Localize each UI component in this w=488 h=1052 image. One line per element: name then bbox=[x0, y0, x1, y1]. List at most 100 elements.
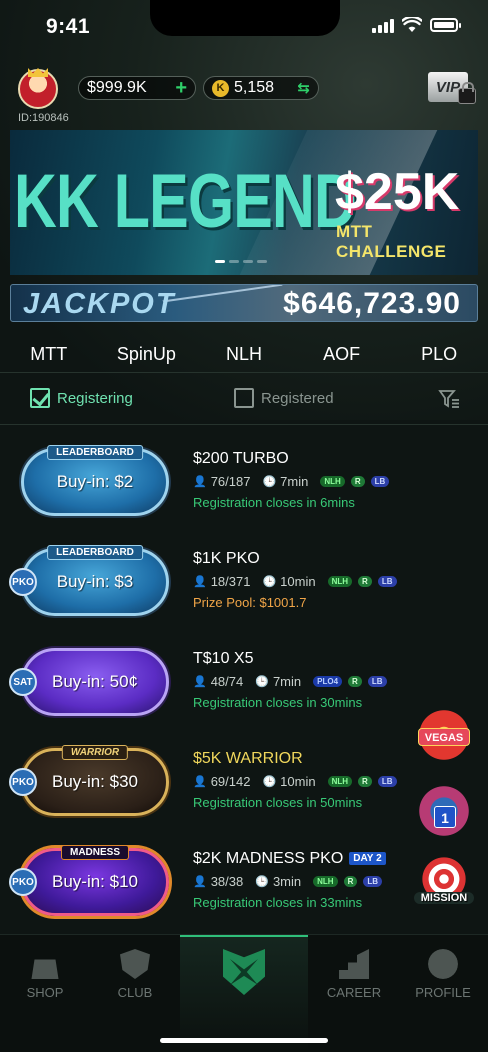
jackpot-bar[interactable]: JACKPOT $646,723.90 bbox=[10, 284, 478, 322]
nav-profile-label: PROFILE bbox=[415, 985, 471, 1000]
lock-icon bbox=[458, 82, 476, 104]
warrior-tag: WARRIOR bbox=[61, 745, 129, 760]
carousel-dots bbox=[215, 260, 267, 263]
status-time: 9:41 bbox=[46, 15, 91, 38]
banner-prize: $25K bbox=[335, 163, 460, 221]
carousel-dot[interactable] bbox=[243, 260, 253, 263]
jackpot-amount: $646,723.90 bbox=[283, 287, 461, 320]
leaderboard-tag-pill: LB bbox=[370, 476, 390, 487]
registration-status: Registration closes in 50mins bbox=[193, 795, 363, 810]
tournament-info: $2K MADNESS PKO DAY 2 👤 38/38 🕒 3min NLH … bbox=[193, 850, 413, 910]
sat-chip-icon: SAT bbox=[9, 668, 37, 696]
carousel-dot[interactable] bbox=[257, 260, 267, 263]
leaderboard-tag-pill: LB bbox=[377, 776, 397, 787]
status-icons bbox=[372, 17, 461, 33]
player-count: 48/74 bbox=[210, 674, 244, 689]
cash-balance[interactable]: $999.9K + bbox=[78, 76, 196, 100]
cash-amount: $999.9K bbox=[87, 79, 147, 96]
blind-time: 3min bbox=[272, 874, 302, 889]
tournament-title-text: $2K MADNESS PKO bbox=[193, 850, 344, 867]
carousel-dot[interactable] bbox=[215, 260, 225, 263]
blind-time: 10min bbox=[280, 774, 316, 789]
mission-badge[interactable]: MISSION bbox=[414, 852, 474, 912]
pko-chip-icon: PKO bbox=[9, 568, 37, 596]
registering-checkbox[interactable] bbox=[30, 388, 50, 408]
notch bbox=[150, 0, 340, 36]
header: ID:190846 $999.9K + K 5,158 ⇆ VIP bbox=[0, 66, 488, 126]
registering-label[interactable]: Registering bbox=[57, 390, 133, 407]
tab-divider bbox=[0, 372, 488, 373]
tournament-meta: 👤 69/142 🕒 10min NLH R LB bbox=[193, 774, 413, 789]
game-type-tabs: MTT SpinUp NLH AOF PLO bbox=[0, 334, 488, 374]
shop-bag-icon bbox=[31, 959, 59, 979]
player-count: 18/371 bbox=[210, 574, 251, 589]
registered-label[interactable]: Registered bbox=[261, 390, 334, 407]
player-count: 69/142 bbox=[210, 774, 251, 789]
player-icon: 👤 bbox=[193, 576, 207, 588]
player-count: 38/38 bbox=[210, 874, 244, 889]
leaderboard-tag: LEADERBOARD bbox=[47, 545, 143, 560]
tournament-title: $1K PKO bbox=[193, 550, 260, 567]
rebuy-tag: R bbox=[358, 576, 372, 587]
blind-time: 7min bbox=[280, 474, 309, 489]
tournament-title: $200 TURBO bbox=[193, 450, 289, 467]
buy-in-button[interactable]: LEADERBOARD Buy-in: $3 bbox=[21, 545, 169, 616]
blind-time: 7min bbox=[272, 674, 302, 689]
game-type-tag: NLH bbox=[320, 476, 345, 487]
tab-plo[interactable]: PLO bbox=[390, 334, 488, 374]
mission-label: MISSION bbox=[414, 892, 474, 904]
tournament-meta: 👤 38/38 🕒 3min NLH R LB bbox=[193, 874, 413, 889]
clock-icon: 🕒 bbox=[255, 876, 269, 888]
rebuy-tag: R bbox=[348, 676, 362, 687]
status-bar: 9:41 bbox=[0, 0, 488, 54]
registered-checkbox[interactable] bbox=[234, 388, 254, 408]
nav-profile[interactable]: PROFILE bbox=[403, 949, 483, 1000]
tournament-meta: 👤 18/371 🕒 10min NLH R LB bbox=[193, 574, 413, 589]
club-shield-icon bbox=[120, 949, 150, 979]
registration-status: Registration closes in 6mins bbox=[193, 495, 355, 510]
nav-home[interactable] bbox=[180, 935, 308, 1052]
buy-in-button[interactable]: LEADERBOARD Buy-in: $2 bbox=[21, 445, 169, 516]
tab-aof[interactable]: AOF bbox=[293, 334, 391, 374]
registration-status: Registration closes in 30mins bbox=[193, 695, 363, 710]
game-type-tag: PLO4 bbox=[313, 676, 343, 687]
leaderboard-rank-badge[interactable]: 1 bbox=[414, 778, 474, 838]
tournament-meta: 👤 76/187 🕒 7min NLH R LB bbox=[193, 474, 413, 489]
buy-in-label: Buy-in: $30 bbox=[52, 772, 138, 791]
clock-icon: 🕒 bbox=[262, 776, 277, 788]
tab-mtt[interactable]: MTT bbox=[0, 334, 98, 374]
filter-bar: Registering Registered bbox=[0, 382, 488, 418]
buy-in-button[interactable]: MADNESS Buy-in: $10 bbox=[21, 845, 169, 916]
add-cash-icon[interactable]: + bbox=[175, 77, 187, 100]
nav-career-label: CAREER bbox=[326, 985, 382, 1000]
pko-chip-icon: PKO bbox=[9, 868, 37, 896]
vegas-event-badge[interactable]: VEGAS bbox=[414, 708, 474, 768]
nav-career[interactable]: CAREER bbox=[314, 949, 394, 1000]
wifi-icon bbox=[402, 17, 422, 32]
tournament-row[interactable]: LEADERBOARD Buy-in: $3 PKO $1K PKO 👤 18/… bbox=[0, 530, 488, 630]
tab-nlh[interactable]: NLH bbox=[195, 334, 293, 374]
tournament-row[interactable]: LEADERBOARD Buy-in: $2 $200 TURBO 👤 76/1… bbox=[0, 430, 488, 530]
tournament-info: $5K WARRIOR 👤 69/142 🕒 10min NLH R LB Re… bbox=[193, 750, 413, 810]
leaderboard-tag-pill: LB bbox=[363, 876, 383, 887]
buy-in-button[interactable]: WARRIOR Buy-in: $30 bbox=[21, 745, 169, 816]
coin-balance[interactable]: K 5,158 ⇆ bbox=[203, 76, 319, 100]
promo-banner[interactable]: KK LEGEND $25K MTT CHALLENGE bbox=[10, 130, 478, 275]
player-count: 76/187 bbox=[210, 474, 251, 489]
tab-spinup[interactable]: SpinUp bbox=[98, 334, 196, 374]
nav-shop[interactable]: SHOP bbox=[5, 949, 85, 1000]
blind-time: 10min bbox=[280, 574, 316, 589]
madness-tag: MADNESS bbox=[60, 845, 130, 860]
rebuy-tag: R bbox=[350, 476, 365, 487]
nav-club[interactable]: CLUB bbox=[95, 949, 175, 1000]
tournament-info: T$10 X5 👤 48/74 🕒 7min PLO4 R LB Registr… bbox=[193, 650, 413, 710]
buy-in-button[interactable]: Buy-in: 50¢ bbox=[21, 648, 169, 716]
player-icon: 👤 bbox=[193, 776, 207, 788]
carousel-dot[interactable] bbox=[229, 260, 239, 263]
user-id: ID:190846 bbox=[18, 112, 69, 124]
tournament-info: $1K PKO 👤 18/371 🕒 10min NLH R LB Prize … bbox=[193, 550, 413, 610]
filter-icon[interactable] bbox=[438, 388, 460, 410]
nav-shop-label: SHOP bbox=[26, 985, 64, 1000]
exchange-icon[interactable]: ⇆ bbox=[297, 79, 310, 97]
filter-divider bbox=[0, 424, 488, 425]
